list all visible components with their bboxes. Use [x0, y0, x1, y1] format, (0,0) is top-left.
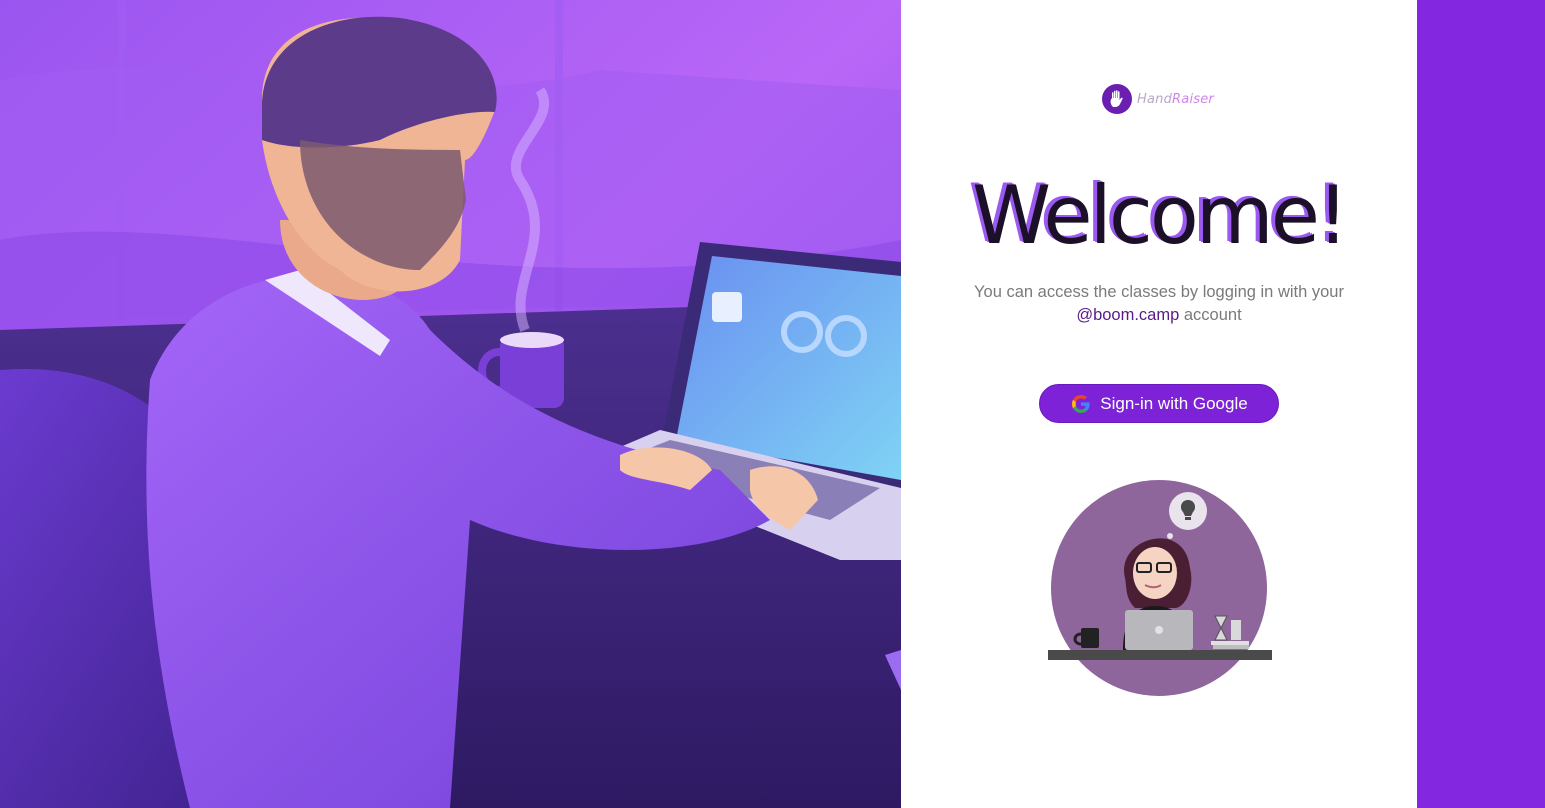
instructions-suffix: account	[1179, 306, 1242, 324]
man-at-laptop-illustration	[0, 0, 901, 808]
woman-at-desk-illustration	[1048, 480, 1272, 696]
app-logo[interactable]: HandRaiser	[1102, 84, 1214, 114]
login-panel: HandRaiser Welcome! You can access the c…	[901, 0, 1417, 808]
instructions-line-2: @boom.camp account	[901, 304, 1417, 327]
required-domain: @boom.camp	[1076, 306, 1180, 324]
logo-word-hand: Hand	[1137, 91, 1173, 107]
login-instructions: You can access the classes by logging in…	[901, 281, 1417, 327]
google-g-icon	[1070, 393, 1092, 415]
hero-illustration	[0, 0, 901, 808]
google-signin-label: Sign-in with Google	[1100, 393, 1248, 413]
raised-hand-icon	[1102, 84, 1132, 114]
app-name: HandRaiser	[1137, 92, 1214, 107]
welcome-title: Welcome!	[971, 169, 1349, 262]
login-page: HandRaiser Welcome! You can access the c…	[0, 0, 1545, 808]
brand-sidebar-strip	[1417, 0, 1545, 808]
instructions-line-1: You can access the classes by logging in…	[974, 283, 1344, 301]
logo-word-raiser: Raiser	[1172, 91, 1214, 107]
google-signin-button[interactable]: Sign-in with Google	[1039, 384, 1279, 423]
